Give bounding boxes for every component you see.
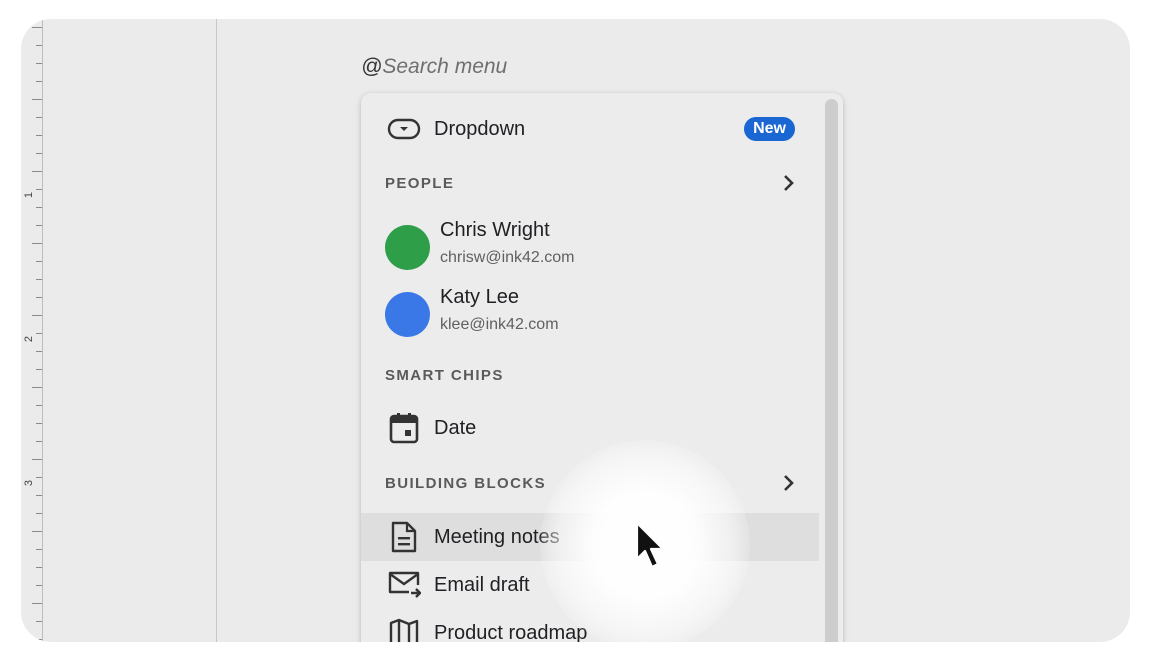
menu-item-label: Email draft xyxy=(434,573,530,596)
ruler-tick xyxy=(36,261,42,262)
map-icon xyxy=(387,616,421,642)
section-header-building-blocks[interactable]: BUILDING BLOCKS xyxy=(385,471,799,495)
person-email: klee@ink42.com xyxy=(440,316,559,333)
ruler-tick xyxy=(32,459,42,460)
ruler-tick xyxy=(36,639,42,640)
ruler-tick xyxy=(36,621,42,622)
person-item-chris-wright[interactable]: Chris Wright chrisw@ink42.com xyxy=(385,219,805,277)
person-name: Katy Lee xyxy=(440,286,519,308)
ruler-tick xyxy=(36,279,42,280)
insert-menu: Dropdown New PEOPLE Chris Wright chrisw@… xyxy=(361,93,843,642)
menu-item-label: Meeting notes xyxy=(434,525,560,548)
ruler-tick xyxy=(36,297,42,298)
ruler-tick xyxy=(36,351,42,352)
ruler-tick xyxy=(36,225,42,226)
ruler-tick xyxy=(32,387,42,388)
section-header-people[interactable]: PEOPLE xyxy=(385,171,799,195)
ruler-tick xyxy=(36,513,42,514)
ruler-tick xyxy=(36,585,42,586)
at-symbol: @ xyxy=(361,55,383,78)
menu-item-email-draft[interactable]: Email draft xyxy=(361,567,819,603)
dropdown-chip-icon xyxy=(387,112,421,146)
avatar xyxy=(385,225,430,270)
ruler-tick xyxy=(36,153,42,154)
menu-item-date[interactable]: Date xyxy=(361,410,819,446)
ruler-tick xyxy=(36,135,42,136)
ruler-number: 1 xyxy=(23,191,35,199)
menu-item-product-roadmap[interactable]: Product roadmap xyxy=(361,615,819,642)
ruler-tick xyxy=(36,333,42,334)
menu-item-label: Date xyxy=(434,416,477,439)
menu-scrollbar[interactable] xyxy=(825,99,838,642)
ruler-tick xyxy=(32,531,42,532)
person-name: Chris Wright xyxy=(440,219,550,241)
mouse-cursor-icon xyxy=(635,521,665,569)
ruler-number: 3 xyxy=(23,479,35,487)
section-title: BUILDING BLOCKS xyxy=(385,474,546,492)
ruler-tick xyxy=(36,81,42,82)
email-draft-icon xyxy=(387,568,421,602)
ruler-number: 2 xyxy=(23,335,35,343)
menu-item-label: Dropdown xyxy=(434,117,526,140)
ruler-tick xyxy=(32,171,42,172)
document-canvas: 1 2 3 @ Search menu Dropdown New PEOPLE xyxy=(21,19,1130,642)
person-email: chrisw@ink42.com xyxy=(440,249,575,266)
section-title: SMART CHIPS xyxy=(385,366,504,384)
menu-item-dropdown[interactable]: Dropdown New xyxy=(361,111,819,147)
document-icon xyxy=(387,520,421,554)
ruler-tick xyxy=(36,189,42,190)
avatar xyxy=(385,292,430,337)
page-margin-line xyxy=(216,19,217,642)
ruler-tick xyxy=(36,63,42,64)
search-placeholder: Search menu xyxy=(382,55,508,78)
ruler-tick xyxy=(36,369,42,370)
ruler-tick xyxy=(32,603,42,604)
ruler-tick xyxy=(36,423,42,424)
ruler-tick xyxy=(36,567,42,568)
ruler-tick xyxy=(36,207,42,208)
menu-item-meeting-notes[interactable]: Meeting notes xyxy=(361,519,819,555)
ruler-tick xyxy=(36,405,42,406)
ruler-tick xyxy=(36,441,42,442)
chevron-right-icon xyxy=(779,473,799,493)
ruler-tick xyxy=(32,243,42,244)
ruler-tick xyxy=(36,495,42,496)
ruler-tick xyxy=(36,477,42,478)
search-menu-input[interactable]: @ Search menu xyxy=(361,55,507,79)
person-item-katy-lee[interactable]: Katy Lee klee@ink42.com xyxy=(385,286,805,344)
chevron-right-icon xyxy=(779,173,799,193)
ruler-tick xyxy=(32,99,42,100)
section-header-smart-chips: SMART CHIPS xyxy=(385,363,799,387)
ruler-tick xyxy=(36,549,42,550)
vertical-ruler: 1 2 3 xyxy=(21,19,43,642)
ruler-tick xyxy=(36,117,42,118)
menu-item-label: Product roadmap xyxy=(434,621,588,643)
ruler-tick xyxy=(32,315,42,316)
calendar-icon xyxy=(387,411,421,445)
section-title: PEOPLE xyxy=(385,174,455,192)
ruler-tick xyxy=(32,27,42,28)
ruler-tick xyxy=(36,45,42,46)
new-badge: New xyxy=(744,117,795,141)
